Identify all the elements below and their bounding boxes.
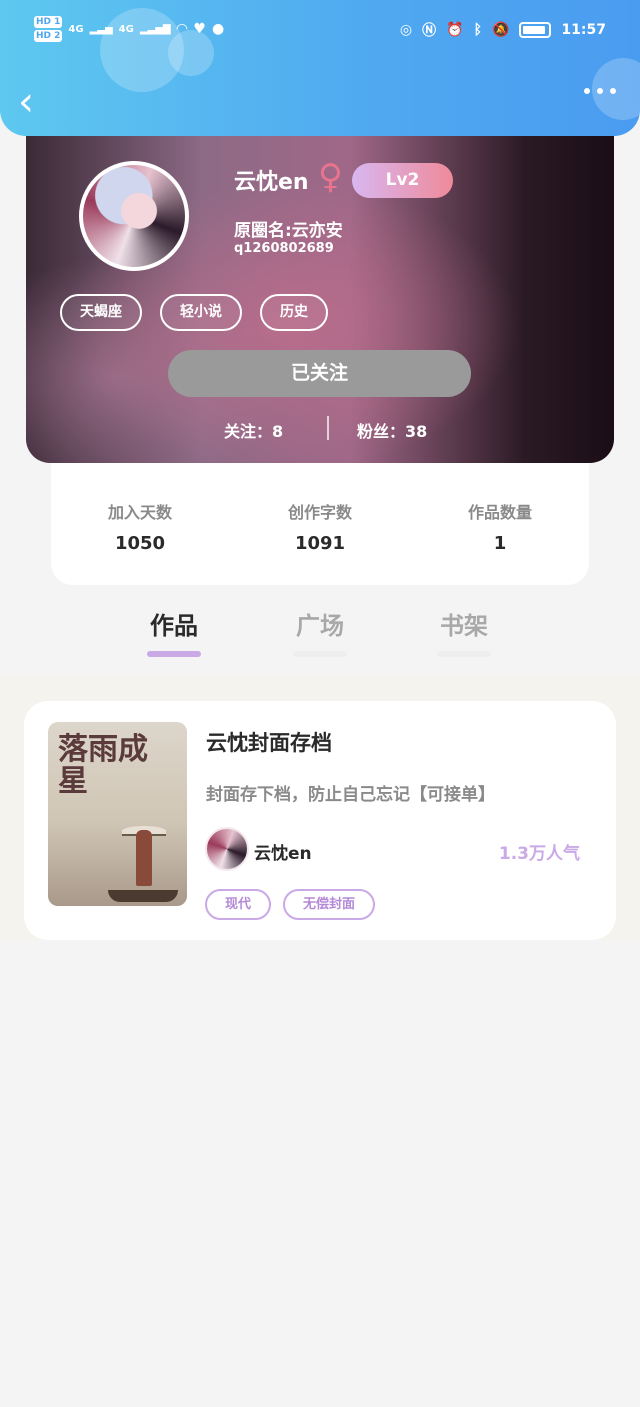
tab-label: 广场 (296, 612, 344, 640)
boat-icon (108, 890, 178, 902)
content-tabs: 作品 广场 书架 (0, 606, 640, 674)
profile-tag[interactable]: 轻小说 (160, 294, 242, 331)
tab-works[interactable]: 作品 (134, 606, 214, 657)
top-header: HD 1 HD 2 4G ▂▃▅ 4G ▂▃▅▇ ◠ ♥ ● ◎ Ⓝ ⏰ ᛒ 🔕… (0, 0, 640, 136)
hd2-badge: HD 2 (34, 30, 63, 42)
wifi-icon: ◠ (176, 21, 188, 37)
stat-label: 创作字数 (287, 503, 352, 522)
status-right: ◎ Ⓝ ⏰ ᛒ 🔕 11:57 (400, 20, 606, 40)
stat-work-count: 作品数量 1 (430, 499, 570, 554)
clock: 11:57 (561, 22, 606, 38)
heart-icon: ♥ (193, 21, 206, 37)
cover-title: 落雨成星 (58, 732, 148, 799)
profile-tags: 天蝎座 轻小说 历史 (60, 294, 328, 331)
network-label-1: 4G (68, 23, 84, 35)
qq-icon: ● (211, 21, 225, 37)
work-title[interactable]: 云忱封面存档 (206, 727, 332, 757)
following-count[interactable]: 关注：8 (224, 418, 283, 442)
bluetooth-icon: ᛒ (473, 22, 482, 38)
author-name[interactable]: 云忱en (254, 839, 312, 864)
author-avatar[interactable] (205, 827, 249, 871)
network-label-2: 4G (118, 23, 134, 35)
female-icon: ♀ (318, 157, 343, 197)
more-button[interactable] (584, 88, 616, 94)
more-dots-icon (597, 88, 603, 94)
stat-join-days: 加入天数 1050 (70, 499, 210, 554)
back-button[interactable]: ‹ (18, 80, 58, 128)
avatar[interactable] (79, 161, 189, 271)
stat-value: 1091 (294, 533, 346, 554)
stat-value: 1050 (114, 533, 166, 554)
level-badge: Lv2 (352, 163, 453, 198)
signal-icon: ▂▃▅▇ (139, 23, 171, 35)
tab-plaza[interactable]: 广场 (280, 606, 360, 657)
figure-icon (136, 830, 152, 886)
qq-number: q1260802689 (234, 241, 334, 256)
stats-card: 加入天数 1050 创作字数 1091 作品数量 1 (51, 463, 589, 585)
work-tags: 现代 无偿封面 (205, 889, 376, 920)
tab-indicator (437, 651, 491, 657)
alarm-icon: ⏰ (446, 22, 464, 38)
work-tag[interactable]: 现代 (205, 889, 272, 920)
status-left: HD 1 HD 2 4G ▂▃▅ 4G ▂▃▅▇ ◠ ♥ ● (34, 16, 224, 42)
work-description: 封面存下档，防止自己忘记【可接单】 (206, 785, 495, 805)
original-name: 原圈名:云亦安 (234, 221, 343, 241)
status-bar: HD 1 HD 2 4G ▂▃▅ 4G ▂▃▅▇ ◠ ♥ ● ◎ Ⓝ ⏰ ᛒ 🔕… (0, 12, 640, 52)
tab-indicator (293, 651, 347, 657)
work-tag[interactable]: 无偿封面 (283, 889, 376, 920)
tab-bookshelf[interactable]: 书架 (424, 606, 504, 657)
mute-icon: 🔕 (491, 22, 510, 38)
work-card[interactable]: 落雨成星 云忱封面存档 封面存下档，防止自己忘记【可接单】 云忱en 1.3万人… (24, 701, 616, 940)
tab-label: 书架 (440, 612, 488, 640)
hd1-badge: HD 1 (34, 16, 63, 28)
profile-tag[interactable]: 天蝎座 (60, 294, 142, 331)
divider (327, 416, 329, 440)
profile-tag[interactable]: 历史 (260, 294, 328, 331)
tab-label: 作品 (150, 612, 198, 640)
more-dots-icon (584, 88, 590, 94)
profile-hero: 云忱en ♀ Lv2 原圈名:云亦安 q1260802689 天蝎座 轻小说 历… (26, 120, 614, 463)
signal-icon: ▂▃▅ (89, 23, 113, 35)
popularity: 1.3万人气 (498, 844, 580, 864)
data-icon: ◎ (399, 22, 413, 38)
battery-icon (519, 22, 552, 38)
book-cover[interactable]: 落雨成星 (48, 722, 187, 906)
stat-word-count: 创作字数 1091 (250, 499, 390, 554)
fans-count[interactable]: 粉丝：38 (357, 418, 427, 442)
nfc-icon: Ⓝ (422, 23, 437, 39)
username: 云忱en (234, 170, 309, 195)
hd-badges: HD 1 HD 2 (34, 16, 63, 42)
stat-value: 1 (493, 533, 507, 554)
stat-label: 加入天数 (107, 503, 172, 522)
more-dots-icon (610, 88, 616, 94)
follow-button[interactable]: 已关注 (168, 350, 471, 397)
stat-label: 作品数量 (467, 503, 532, 522)
chevron-left-icon: ‹ (18, 79, 34, 125)
tab-indicator (147, 651, 201, 657)
